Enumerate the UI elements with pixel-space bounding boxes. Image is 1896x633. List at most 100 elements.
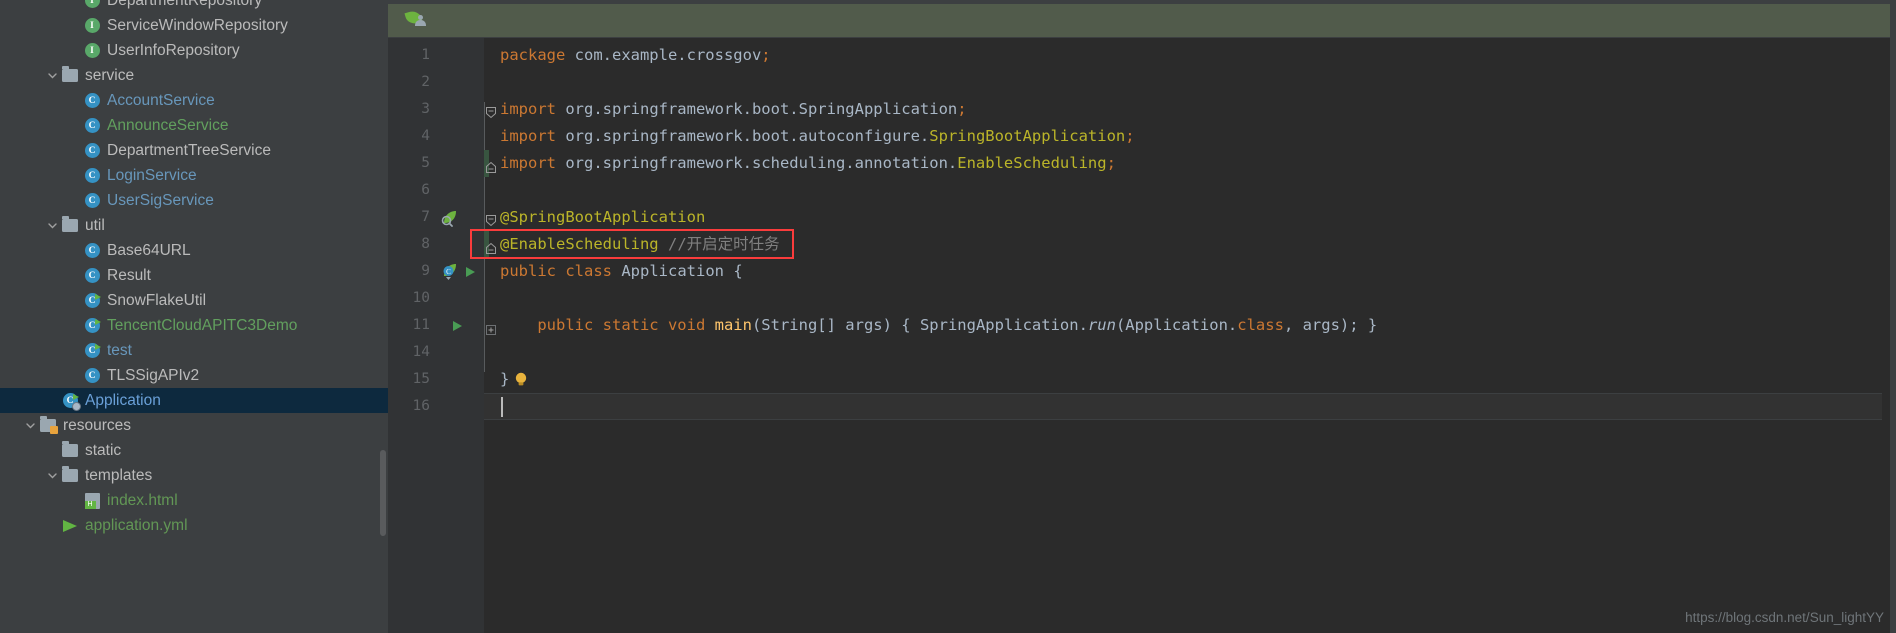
editor-gutter[interactable]: 1 2 3 4 5 6 7 8 9 10 11 14 15 16 C <box>388 38 484 633</box>
tree-item-templates[interactable]: templates <box>0 463 388 488</box>
class-icon: C <box>82 166 102 186</box>
code-line-4[interactable]: import org.springframework.boot.autoconf… <box>500 123 1135 150</box>
editor-pane: 1 2 3 4 5 6 7 8 9 10 11 14 15 16 C package com.example… <box>388 0 1896 633</box>
tree-item-usersigservice[interactable]: C UserSigService <box>0 188 388 213</box>
interface-icon: I <box>82 16 102 36</box>
fold-collapse-icon[interactable] <box>486 240 496 254</box>
code-token: (Application. <box>1115 316 1238 334</box>
tree-item-accountservice[interactable]: C AccountService <box>0 88 388 113</box>
tree-item-service[interactable]: service <box>0 63 388 88</box>
class-icon: C <box>82 266 102 286</box>
tree-item-index-html[interactable]: index.html <box>0 488 388 513</box>
tree-item-label: SnowFlakeUtil <box>107 292 207 309</box>
code-token: public class <box>500 262 622 280</box>
fold-collapse-icon[interactable] <box>486 105 496 119</box>
tree-item-result[interactable]: C Result <box>0 263 388 288</box>
class-icon: C <box>82 141 102 161</box>
code-token: SpringBootApplication <box>929 127 1126 145</box>
tree-item-tencentcloudapitc3demo[interactable]: C TencentCloudAPITC3Demo <box>0 313 388 338</box>
chevron-down-icon[interactable] <box>44 213 60 238</box>
project-tree-panel[interactable]: I DepartmentRepository I ServiceWindowRepos… <box>0 0 388 633</box>
tree-item-label: util <box>85 217 105 234</box>
class-icon: C <box>82 241 102 261</box>
tree-item-static[interactable]: static <box>0 438 388 463</box>
ide-window: I DepartmentRepository I ServiceWindowRepos… <box>0 0 1896 633</box>
tree-item-departmentrepository[interactable]: I DepartmentRepository <box>0 0 388 13</box>
line-number: 7 <box>421 209 430 225</box>
tree-item-resources[interactable]: resources <box>0 413 388 438</box>
tree-item-base64url[interactable]: C Base64URL <box>0 238 388 263</box>
code-line-5[interactable]: import org.springframework.scheduling.an… <box>500 150 1116 177</box>
line-number: 5 <box>421 155 430 171</box>
code-text-area[interactable]: package com.example.crossgov; import org.… <box>470 38 1896 633</box>
tree-item-test[interactable]: Ctest <box>0 338 388 363</box>
tree-item-label: DepartmentRepository <box>107 0 263 9</box>
code-line-11[interactable]: public static void main(String[] args) {… <box>500 312 1377 339</box>
tree-item-loginservice[interactable]: C LoginService <box>0 163 388 188</box>
tree-item-label: static <box>85 442 122 459</box>
tree-item-snowflakeutil[interactable]: C SnowFlakeUtil <box>0 288 388 313</box>
code-line-8[interactable]: @EnableScheduling //开启定时任务 <box>500 231 780 258</box>
tree-item-tlssigapiv2[interactable]: C TLSSigAPIv2 <box>0 363 388 388</box>
code-token: org.springframework.scheduling.annotatio… <box>565 154 958 172</box>
chevron-down-icon[interactable] <box>44 63 60 88</box>
line-number: 14 <box>412 344 430 360</box>
editor-tabbar[interactable] <box>388 0 1896 38</box>
lightbulb-icon[interactable] <box>514 372 528 391</box>
folder-icon <box>60 66 80 86</box>
tree-item-departmenttreeservice[interactable]: C DepartmentTreeService <box>0 138 388 163</box>
chevron-down-icon[interactable] <box>22 413 38 438</box>
line-number: 15 <box>412 371 430 387</box>
tree-item-servicewindowrepository[interactable]: I ServiceWindowRepository <box>0 13 388 38</box>
tree-item-announceservice[interactable]: C AnnounceService <box>0 113 388 138</box>
code-token: ; <box>957 100 967 118</box>
folder-icon <box>60 466 80 486</box>
spring-boot-leaf-icon <box>404 8 428 30</box>
fold-collapse-icon[interactable] <box>486 213 496 227</box>
code-line-15[interactable]: } <box>500 366 509 393</box>
text-caret <box>501 397 503 417</box>
code-line-3[interactable]: import org.springframework.boot.SpringAp… <box>500 96 967 123</box>
line-number: 4 <box>421 128 430 144</box>
tree-item-label: AnnounceService <box>107 117 229 134</box>
project-tree-scrollbar[interactable] <box>380 450 386 536</box>
code-token: org.springframework.boot.autoconfigure. <box>565 127 930 145</box>
html-file-icon <box>82 491 102 511</box>
window-right-edge <box>1890 0 1896 633</box>
spring-bean-gutter-icon[interactable] <box>440 204 459 231</box>
tree-item-label: resources <box>63 417 132 434</box>
code-token: @SpringBootApplication <box>500 208 706 226</box>
interface-icon: I <box>82 0 102 11</box>
current-line-highlight <box>484 393 1896 420</box>
line-number: 3 <box>421 101 430 117</box>
tree-item-label: application.yml <box>85 517 188 534</box>
tree-item-label: UserInfoRepository <box>107 42 240 59</box>
run-gutter-icon[interactable] <box>463 258 477 285</box>
folder-icon <box>60 216 80 236</box>
code-token: com.example.crossgov <box>574 46 762 64</box>
class-icon: C <box>82 116 102 136</box>
interface-icon: I <box>82 41 102 61</box>
tree-item-label: TLSSigAPIv2 <box>107 367 200 384</box>
chevron-down-icon[interactable] <box>44 463 60 488</box>
tree-item-label: TencentCloudAPITC3Demo <box>107 317 298 334</box>
fold-collapse-icon[interactable] <box>486 159 496 173</box>
spring-class-gutter-icon[interactable]: C <box>440 258 459 285</box>
tree-item-util[interactable]: util <box>0 213 388 238</box>
spring-class-runnable-icon: C <box>60 391 81 411</box>
line-number: 11 <box>412 317 430 333</box>
watermark-text: https://blog.csdn.net/Sun_lightYY <box>1685 610 1884 625</box>
tree-item-application[interactable]: C Application <box>0 388 388 413</box>
class-icon: C <box>82 91 102 111</box>
code-line-7[interactable]: @SpringBootApplication <box>500 204 705 231</box>
tree-item-application-yml[interactable]: application.yml <box>0 513 388 538</box>
tree-item-label: ServiceWindowRepository <box>107 17 288 34</box>
run-gutter-icon[interactable] <box>450 312 464 339</box>
code-line-9[interactable]: public class Application { <box>500 258 743 285</box>
code-line-1[interactable]: package com.example.crossgov; <box>500 42 771 69</box>
fold-expand-icon[interactable] <box>486 321 496 335</box>
tree-item-label: test <box>107 342 132 359</box>
class-runnable-icon: C <box>82 291 102 311</box>
tree-item-userinforepository[interactable]: I UserInfoRepository <box>0 38 388 63</box>
code-editor[interactable]: 1 2 3 4 5 6 7 8 9 10 11 14 15 16 C package com.example… <box>388 38 1896 633</box>
